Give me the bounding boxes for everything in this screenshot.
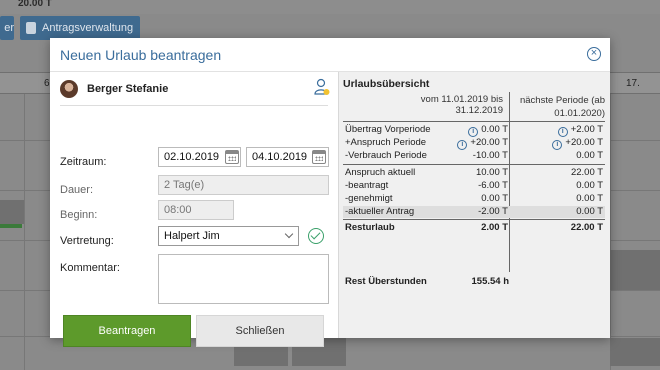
background-tab-antragsverwaltung: Antragsverwaltung (20, 16, 140, 40)
row-next-value: +20.00 T (565, 137, 603, 148)
table-divider (343, 121, 605, 122)
row-next: i +20.00 T (511, 137, 603, 150)
row-next-value: 22.00 T (570, 167, 603, 178)
background-cell (610, 338, 660, 366)
info-icon[interactable]: i (552, 140, 563, 150)
row-label: Resturlaub (345, 222, 395, 233)
row-current-value: 10.00 T (475, 167, 508, 178)
row-label: -beantragt (345, 180, 389, 191)
start-time-field: 08:00 (158, 200, 234, 220)
row-current-value: -10.00 T (472, 150, 508, 161)
info-icon[interactable]: i (457, 140, 468, 150)
table-divider (343, 164, 605, 165)
table-row: +Anspruch Periode i +20.00 T i +20.00 T (343, 137, 605, 150)
row-next-value: 0.00 T (576, 150, 603, 161)
background-col-header-right: 17. (626, 78, 640, 89)
row-next-value: +2.00 T (570, 124, 603, 135)
period-current-header: vom 11.01.2019 bis 31.12.2019 (420, 94, 503, 116)
kommentar-label: Kommentar: (60, 262, 120, 274)
row-label: -aktueller Antrag (345, 206, 415, 217)
overtime-value: 155.54 h (471, 276, 510, 287)
table-row-total: Resturlaub 2.00 T 22.00 T (343, 222, 605, 234)
request-form-panel: Berger Stefanie Zeitraum: 02.10.2019 04.… (50, 72, 337, 347)
period-next-header: nächste Periode (ab 01.01.2020) (519, 95, 605, 119)
table-row: Übertrag Vorperiode i 0.00 T i +2.00 T (343, 124, 605, 137)
dauer-label: Dauer: (60, 184, 94, 196)
row-next-value: 22.00 T (570, 222, 603, 233)
row-next: i +2.00 T (511, 124, 603, 137)
close-button[interactable]: Schließen (196, 315, 324, 347)
info-icon[interactable]: i (557, 127, 568, 137)
dialog-title: Neuen Urlaub beantragen (60, 47, 222, 63)
row-current-value: 0.00 T (481, 124, 508, 135)
zeitraum-label: Zeitraum: (60, 156, 107, 168)
background-grid-line (24, 94, 25, 370)
row-current-value: 2.00 T (481, 222, 508, 233)
background-tab-left: er (0, 16, 14, 40)
beginn-label: Beginn: (60, 209, 98, 221)
user-name: Berger Stefanie (87, 83, 169, 95)
calendar-icon[interactable] (225, 150, 239, 164)
background-grid-line (610, 94, 611, 370)
submit-button[interactable]: Beantragen (63, 315, 191, 347)
user-icon (26, 22, 36, 35)
calendar-icon[interactable] (312, 150, 326, 164)
background-cell (610, 250, 660, 290)
avatar (60, 80, 78, 98)
overview-title: Urlaubsübersicht (343, 78, 430, 90)
background-event-bar (0, 224, 22, 228)
row-label: Anspruch aktuell (345, 167, 416, 178)
row-current-value: +20.00 T (470, 137, 508, 148)
duration-field: 2 Tag(e) (158, 175, 329, 195)
row-label: -Verbrauch Periode (345, 150, 427, 161)
background-topbar: 20.00 T (0, 0, 660, 14)
row-current: i 0.00 T (443, 124, 508, 137)
form-divider (60, 105, 328, 106)
row-label: Übertrag Vorperiode (345, 124, 431, 135)
vertretung-label: Vertretung: (60, 235, 114, 247)
overtime-label: Rest Überstunden (345, 276, 427, 287)
table-row: -beantragt -6.00 T 0.00 T (343, 180, 605, 192)
row-current: i +20.00 T (443, 137, 508, 150)
row-current-value: 0.00 T (481, 193, 508, 204)
table-row: -genehmigt 0.00 T 0.00 T (343, 193, 605, 205)
background-col-header-left: 6 (44, 78, 50, 89)
user-select-icon[interactable] (314, 78, 330, 96)
row-next-value: 0.00 T (576, 193, 603, 204)
vacation-overview-panel: Urlaubsübersicht vom 11.01.2019 bis 31.1… (338, 72, 610, 338)
substitute-select[interactable]: Halpert Jim (158, 226, 299, 246)
leave-request-dialog: Neuen Urlaub beantragen × Berger Stefani… (50, 38, 610, 347)
background-tab-label: Antragsverwaltung (42, 22, 134, 34)
comment-textarea[interactable] (158, 254, 329, 304)
table-row-highlighted: -aktueller Antrag -2.00 T 0.00 T (343, 206, 605, 218)
check-circle-icon (308, 228, 324, 244)
background-top-value: 20.00 T (18, 0, 52, 9)
row-label: -genehmigt (345, 193, 393, 204)
row-current-value: -6.00 T (478, 180, 508, 191)
table-row: Anspruch aktuell 10.00 T 22.00 T (343, 167, 605, 179)
row-label: +Anspruch Periode (345, 137, 427, 148)
row-current-value: -2.00 T (478, 206, 508, 217)
close-icon[interactable]: × (587, 47, 601, 61)
table-row: -Verbrauch Periode -10.00 T 0.00 T (343, 150, 605, 162)
background-cell (0, 200, 24, 224)
row-next-value: 0.00 T (576, 206, 603, 217)
table-divider (343, 219, 605, 220)
row-next-value: 0.00 T (576, 180, 603, 191)
info-icon[interactable]: i (468, 127, 479, 137)
